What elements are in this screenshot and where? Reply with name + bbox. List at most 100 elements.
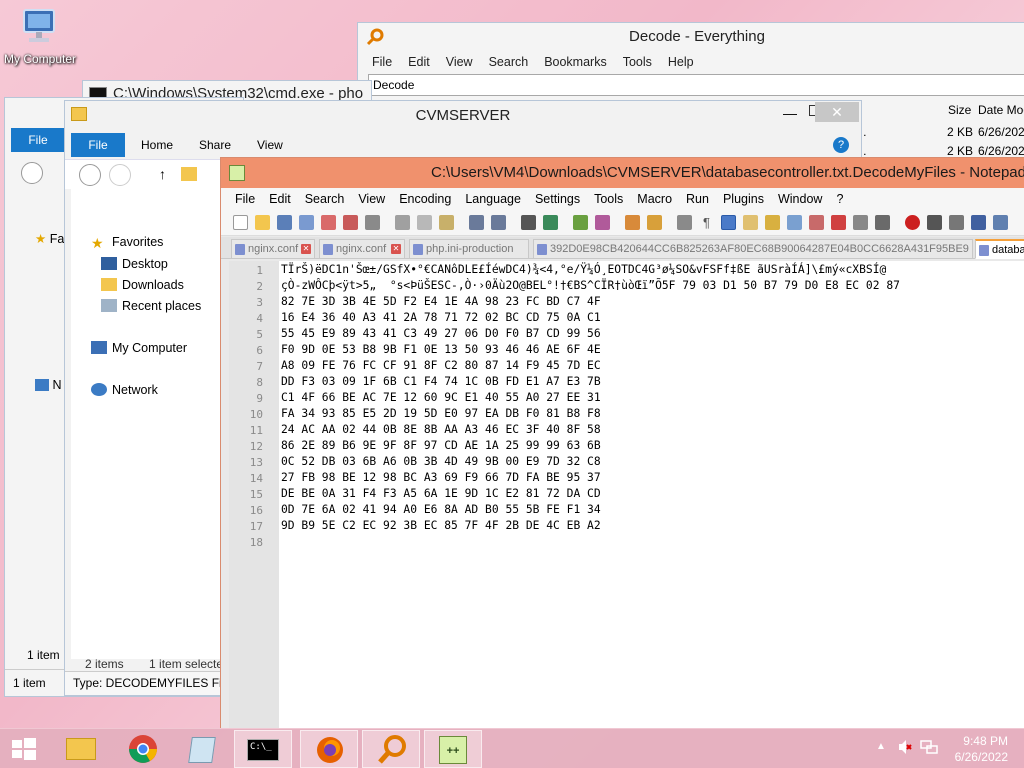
menu-edit[interactable]: Edit xyxy=(408,55,430,69)
nav-recent-places[interactable]: Recent places xyxy=(101,297,201,315)
menu-view[interactable]: View xyxy=(446,55,473,69)
nav-desktop[interactable]: Desktop xyxy=(101,255,168,273)
col-date[interactable]: Date Mod xyxy=(978,103,1024,117)
minimize-button[interactable]: — xyxy=(783,105,797,121)
undo-icon[interactable] xyxy=(469,215,484,230)
tab-home[interactable]: Home xyxy=(141,133,173,157)
file-tab[interactable]: File xyxy=(71,133,125,157)
system-clock[interactable]: 9:48 PM 6/26/2022 xyxy=(955,733,1008,765)
volume-muted-icon[interactable] xyxy=(898,739,912,755)
new-icon[interactable] xyxy=(233,215,248,230)
tab-databasecontroller[interactable]: databa xyxy=(975,239,1024,259)
show-all-characters-icon[interactable]: ¶ xyxy=(699,215,714,230)
open-icon[interactable] xyxy=(255,215,270,230)
play-icon[interactable] xyxy=(949,215,964,230)
help-icon[interactable]: ? xyxy=(833,137,849,153)
magnifier-icon xyxy=(366,28,384,46)
menu-plugins[interactable]: Plugins xyxy=(723,192,764,206)
menu-settings[interactable]: Settings xyxy=(535,192,580,206)
menu-encoding[interactable]: Encoding xyxy=(399,192,451,206)
zoom-out-icon[interactable] xyxy=(595,215,610,230)
copy-icon[interactable] xyxy=(417,215,432,230)
close-all-icon[interactable] xyxy=(343,215,358,230)
menu-search[interactable]: Search xyxy=(489,55,529,69)
toolbar: ¶ xyxy=(221,210,1024,236)
start-button[interactable] xyxy=(0,730,48,768)
close-icon[interactable]: ✕ xyxy=(391,244,401,254)
forward-icon[interactable] xyxy=(109,164,131,186)
close-icon[interactable]: ✕ xyxy=(301,244,311,254)
menu-search[interactable]: Search xyxy=(305,192,345,206)
nav-my-computer[interactable]: My Computer xyxy=(91,339,187,357)
save-icon[interactable] xyxy=(277,215,292,230)
folder-icon xyxy=(66,738,96,760)
back-icon[interactable] xyxy=(21,162,43,184)
nav-item[interactable]: N xyxy=(35,378,62,392)
folder-workspace-icon[interactable] xyxy=(787,215,802,230)
taskbar-notepad[interactable] xyxy=(174,730,232,768)
menu-file[interactable]: File xyxy=(372,55,392,69)
taskbar-firefox[interactable] xyxy=(300,730,358,768)
print-icon[interactable] xyxy=(365,215,380,230)
sync-horizontal-icon[interactable] xyxy=(647,215,662,230)
col-size[interactable]: Size xyxy=(948,103,971,117)
menu-file[interactable]: File xyxy=(235,192,255,206)
nav-favorites[interactable]: ★ Favorites xyxy=(91,233,163,251)
play-multiple-icon[interactable] xyxy=(971,215,986,230)
menu-bookmarks[interactable]: Bookmarks xyxy=(544,55,607,69)
monitoring-icon[interactable] xyxy=(809,215,824,230)
my-computer-desktop-icon[interactable]: My Computer xyxy=(2,8,78,66)
taskbar-everything[interactable] xyxy=(362,730,420,768)
menu-run[interactable]: Run xyxy=(686,192,709,206)
indent-guide-icon[interactable] xyxy=(721,215,736,230)
menu-macro[interactable]: Macro xyxy=(637,192,672,206)
up-icon[interactable]: ↑ xyxy=(159,166,166,182)
cut-icon[interactable] xyxy=(395,215,410,230)
document-map-icon[interactable] xyxy=(743,215,758,230)
taskbar-file-explorer[interactable] xyxy=(52,730,110,768)
word-wrap-icon[interactable] xyxy=(677,215,692,230)
back-icon[interactable] xyxy=(79,164,101,186)
close-button[interactable]: ✕ xyxy=(815,102,859,122)
play-macro-icon[interactable] xyxy=(875,215,890,230)
redo-icon[interactable] xyxy=(491,215,506,230)
save-macro-icon[interactable] xyxy=(993,215,1008,230)
menu-view[interactable]: View xyxy=(358,192,385,206)
menu-tools[interactable]: Tools xyxy=(594,192,623,206)
text-editor[interactable]: 1 2 3 4 5 6 7 8 9 10 11 12 13 14 15 16 1… xyxy=(229,261,1024,728)
taskbar-chrome[interactable] xyxy=(114,730,172,768)
stop-icon[interactable] xyxy=(927,215,942,230)
tab-view[interactable]: View xyxy=(257,133,283,157)
taskbar-notepad-plus-plus[interactable]: ++ xyxy=(424,730,482,768)
record-icon[interactable] xyxy=(905,215,920,230)
zoom-in-icon[interactable] xyxy=(573,215,588,230)
tab-share[interactable]: Share xyxy=(199,133,231,157)
taskbar-cmd[interactable]: C:\_ xyxy=(234,730,292,768)
function-list-icon[interactable] xyxy=(765,215,780,230)
menu-help[interactable]: Help xyxy=(668,55,694,69)
record-macro-icon[interactable] xyxy=(831,215,846,230)
paste-icon[interactable] xyxy=(439,215,454,230)
menu-language[interactable]: Language xyxy=(465,192,521,206)
tab-hash-file[interactable]: 392D0E98CB420644CC6B825263AF80EC68B90064… xyxy=(533,239,973,259)
find-icon[interactable] xyxy=(521,215,536,230)
replace-icon[interactable] xyxy=(543,215,558,230)
nav-downloads[interactable]: Downloads xyxy=(101,276,184,294)
save-all-icon[interactable] xyxy=(299,215,314,230)
menu-window[interactable]: Window xyxy=(778,192,822,206)
show-hidden-icons[interactable]: ▲ xyxy=(876,741,886,752)
sync-vertical-icon[interactable] xyxy=(625,215,640,230)
tab-php-ini-production[interactable]: php.ini-production xyxy=(409,239,529,259)
nav-item[interactable]: ★ Fa xyxy=(35,231,64,246)
file-tab[interactable]: File xyxy=(11,128,65,152)
menu-help[interactable]: ? xyxy=(836,192,843,206)
network-icon[interactable] xyxy=(920,739,938,755)
menu-edit[interactable]: Edit xyxy=(269,192,291,206)
close-icon[interactable] xyxy=(321,215,336,230)
tab-nginx-conf[interactable]: nginx.conf ✕ xyxy=(231,239,315,259)
menu-tools[interactable]: Tools xyxy=(623,55,652,69)
tab-nginx-conf-2[interactable]: nginx.conf ✕ xyxy=(319,239,405,259)
nav-network[interactable]: Network xyxy=(91,381,158,399)
stop-macro-icon[interactable] xyxy=(853,215,868,230)
search-input[interactable]: Decode xyxy=(368,74,1024,96)
